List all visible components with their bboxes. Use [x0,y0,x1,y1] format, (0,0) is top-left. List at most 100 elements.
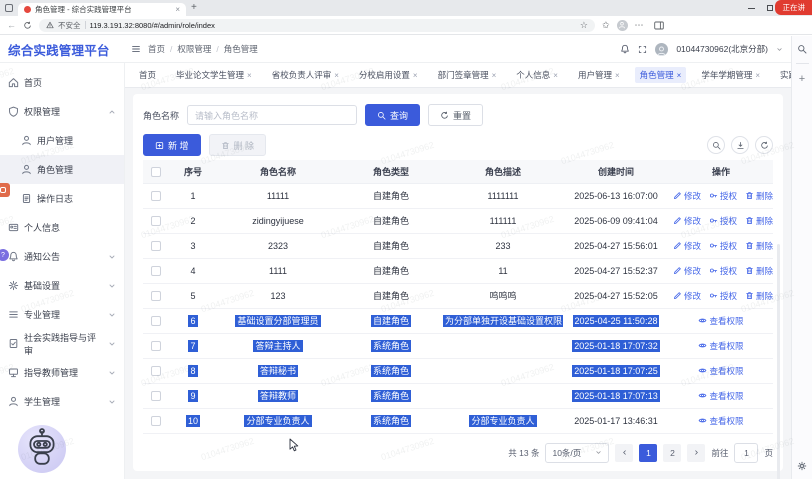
account-chevron-down-icon[interactable] [776,46,783,53]
tab-close-icon[interactable]: × [492,71,497,80]
edit-link[interactable]: 修改 [673,290,701,302]
tab-close-icon[interactable]: × [677,71,682,80]
browser-menu-icon[interactable]: ⋯ [635,20,645,31]
row-checkbox[interactable] [151,316,161,326]
view-permissions-link[interactable]: 查看权限 [698,390,743,402]
tab-实践计划设置[interactable]: 实践计划设置× [775,67,791,83]
tab-close-icon[interactable]: × [247,71,252,80]
account-name[interactable]: 01044730962(北京分部) [676,43,768,55]
tab-首页[interactable]: 首页 [134,67,161,83]
sidebar-item-角色管理[interactable]: 角色管理 [0,155,124,184]
bookmark-star-icon[interactable]: ☆ [580,20,588,31]
row-checkbox[interactable] [151,341,161,351]
delete-link[interactable]: 删除 [745,240,773,252]
batch-delete-button[interactable]: 删 除 [209,134,267,156]
tab-部门签章管理[interactable]: 部门签章管理× [433,67,502,83]
rail-settings-gear-icon[interactable] [797,461,807,471]
tab-省校负责人评审[interactable]: 省校负责人评审× [267,67,344,83]
url-omnibox[interactable]: 不安全 119.3.191.32:8080/#/admin/role/index… [39,19,595,32]
rail-search-icon[interactable] [797,44,807,54]
edit-link[interactable]: 修改 [673,215,701,227]
tab-角色管理[interactable]: 角色管理× [635,67,687,83]
reload-icon[interactable] [23,21,32,30]
authorize-link[interactable]: 授权 [709,215,737,227]
search-button[interactable]: 查询 [365,104,420,126]
sidebar-item-首页[interactable]: 首页 [0,68,124,97]
ai-assistant-mascot[interactable] [18,425,66,473]
edit-link[interactable]: 修改 [673,190,701,202]
page-button-2[interactable]: 2 [663,444,681,462]
floating-tool-icon[interactable] [0,183,10,197]
table-refresh-icon[interactable] [755,136,773,154]
tab-学年学期管理[interactable]: 学年学期管理× [696,67,765,83]
sidebar-item-权限管理[interactable]: 权限管理 [0,97,124,126]
browser-tab[interactable]: 角色管理 - 综合实践管理平台 × [18,3,186,16]
tab-个人信息[interactable]: 个人信息× [511,67,563,83]
view-permissions-link[interactable]: 查看权限 [698,415,743,427]
tab-用户管理[interactable]: 用户管理× [573,67,625,83]
view-permissions-link[interactable]: 查看权限 [698,340,743,352]
tab-close-icon[interactable]: × [413,71,418,80]
rail-add-icon[interactable]: + [799,73,805,85]
delete-link[interactable]: 删除 [745,290,773,302]
goto-page-input[interactable]: 1 [734,443,758,463]
authorize-link[interactable]: 授权 [709,290,737,302]
edit-link[interactable]: 修改 [673,265,701,277]
row-checkbox[interactable] [151,241,161,251]
role-name-input[interactable]: 请输入角色名称 [187,105,357,125]
minimize-icon[interactable] [748,8,755,9]
next-page-button[interactable] [687,444,705,462]
browser-profile-avatar[interactable] [617,20,628,31]
table-search-icon[interactable] [707,136,725,154]
tab-close-icon[interactable]: × [334,71,339,80]
authorize-link[interactable]: 授权 [709,265,737,277]
delete-link[interactable]: 删除 [745,265,773,277]
row-checkbox[interactable] [151,216,161,226]
sidebar-item-社会实践指导与评审[interactable]: 社会实践指导与评审 [0,329,124,358]
sidebar-item-指导教师管理[interactable]: 指导教师管理 [0,358,124,387]
side-panel-icon[interactable] [654,21,664,30]
sidebar-item-用户管理[interactable]: 用户管理 [0,126,124,155]
row-checkbox[interactable] [151,391,161,401]
delete-link[interactable]: 删除 [745,215,773,227]
tab-close-icon[interactable]: × [553,71,558,80]
authorize-link[interactable]: 授权 [709,190,737,202]
sidebar-item-个人信息[interactable]: 个人信息 [0,213,124,242]
table-scrollbar[interactable] [777,244,780,479]
back-icon[interactable]: ← [7,20,16,30]
view-permissions-link[interactable]: 查看权限 [698,365,743,377]
tab-close-icon[interactable]: × [615,71,620,80]
tab-close-icon[interactable]: × [175,5,180,14]
fullscreen-icon[interactable] [638,45,647,54]
row-checkbox[interactable] [151,366,161,376]
notification-bell-icon[interactable] [620,44,630,54]
sidebar-item-操作日志[interactable]: 操作日志 [0,184,124,213]
breadcrumb-home[interactable]: 首页 [148,43,165,55]
delete-link[interactable]: 删除 [745,190,773,202]
sidebar-item-专业管理[interactable]: 专业管理 [0,300,124,329]
breadcrumb-permission[interactable]: 权限管理 [177,43,211,55]
collapse-menu-icon[interactable] [131,44,141,54]
row-checkbox[interactable] [151,191,161,201]
tab-分校启用设置[interactable]: 分校启用设置× [354,67,423,83]
sidebar-item-基础设置[interactable]: 基础设置 [0,271,124,300]
row-checkbox[interactable] [151,291,161,301]
tab-list-icon[interactable] [5,4,13,12]
edit-link[interactable]: 修改 [673,240,701,252]
restore-icon[interactable] [767,5,773,11]
tab-close-icon[interactable]: × [755,71,760,80]
page-size-select[interactable]: 10条/页 [545,443,609,463]
export-download-icon[interactable] [731,136,749,154]
select-all-checkbox[interactable] [151,167,161,177]
new-tab-button[interactable]: + [191,3,197,13]
prev-page-button[interactable] [615,444,633,462]
sidebar-item-通知公告[interactable]: 通知公告 [0,242,124,271]
user-avatar[interactable] [655,43,668,56]
authorize-link[interactable]: 授权 [709,240,737,252]
reset-button[interactable]: 重置 [428,104,483,126]
page-button-1[interactable]: 1 [639,444,657,462]
reading-list-icon[interactable]: ✩ [602,20,610,31]
view-permissions-link[interactable]: 查看权限 [698,315,743,327]
row-checkbox[interactable] [151,266,161,276]
add-button[interactable]: 新 增 [143,134,201,156]
